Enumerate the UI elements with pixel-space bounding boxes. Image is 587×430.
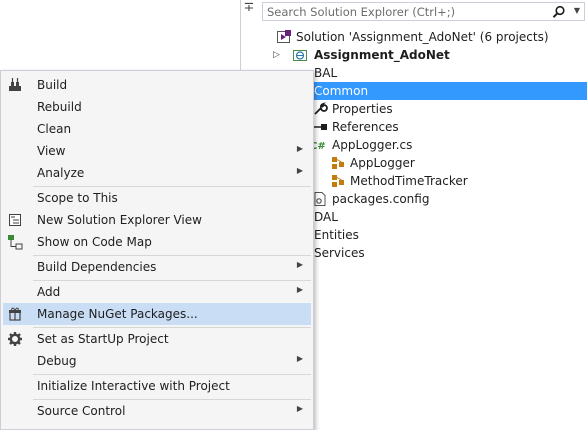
- tree-item-label: AppLogger.cs: [332, 138, 413, 152]
- menu-item-set-as-startup-project[interactable]: Set as StartUp Project: [3, 328, 311, 350]
- submenu-arrow-icon: ▶: [296, 166, 303, 175]
- gear-icon: [8, 332, 22, 346]
- tree-item-label: Common: [314, 84, 369, 98]
- menu-item-initialize-interactive[interactable]: Initialize Interactive with Project: [3, 375, 311, 397]
- search-box[interactable]: ▼: [262, 2, 585, 21]
- menu-item-clean[interactable]: Clean: [3, 118, 311, 140]
- new-view-icon: [9, 214, 21, 226]
- menu-item-build-dependencies[interactable]: Build Dependencies ▶: [3, 256, 311, 278]
- tree-item-label: Entities: [314, 228, 359, 242]
- menu-item-label: New Solution Explorer View: [37, 213, 202, 227]
- tree-item-label: MethodTimeTracker: [350, 174, 468, 188]
- menu-item-label: Scope to This: [37, 191, 118, 205]
- references-icon: [313, 124, 327, 130]
- menu-item-analyze[interactable]: Analyze ▶: [3, 162, 311, 184]
- tree-item-label: Assignment_AdoNet: [314, 48, 450, 62]
- tree-item-label: DAL: [314, 210, 338, 224]
- wrench-icon: [314, 102, 328, 115]
- menu-item-label: Debug: [37, 354, 77, 368]
- menu-item-label: Build Dependencies: [37, 260, 157, 274]
- menu-item-build[interactable]: Build: [3, 74, 311, 96]
- menu-item-scope-to-this[interactable]: Scope to This: [3, 187, 311, 209]
- menu-item-label: Initialize Interactive with Project: [37, 379, 230, 393]
- submenu-arrow-icon: ▶: [296, 404, 303, 413]
- tree-item-label: BAL: [314, 66, 338, 80]
- solution-icon: [277, 30, 291, 43]
- menu-item-manage-nuget-packages[interactable]: Manage NuGet Packages...: [3, 303, 311, 325]
- class-icon: [332, 175, 344, 187]
- menu-item-label: Show on Code Map: [37, 235, 152, 249]
- expand-arrow-icon[interactable]: ▷: [273, 50, 280, 60]
- menu-item-label: Clean: [37, 122, 72, 136]
- submenu-arrow-icon: ▶: [296, 144, 303, 153]
- search-input[interactable]: [267, 4, 557, 19]
- menu-item-label: Rebuild: [37, 100, 82, 114]
- menu-item-label: Manage NuGet Packages...: [37, 307, 198, 321]
- tree-item-label: AppLogger: [350, 156, 415, 170]
- search-icon[interactable]: [552, 5, 566, 19]
- tree-item-label: Properties: [332, 102, 393, 116]
- class-icon: [332, 157, 344, 169]
- menu-item-debug[interactable]: Debug ▶: [3, 350, 311, 372]
- menu-item-show-on-code-map[interactable]: Show on Code Map: [3, 231, 311, 253]
- menu-item-label: Build: [37, 78, 68, 92]
- web-project-icon: [293, 50, 307, 61]
- chevron-down-icon[interactable]: ▼: [574, 6, 580, 15]
- config-file-icon: [314, 192, 326, 206]
- menu-item-label: Analyze: [37, 166, 85, 180]
- tree-item-solution[interactable]: Solution 'Assignment_AdoNet' (6 projects…: [262, 28, 587, 46]
- submenu-arrow-icon: ▶: [296, 285, 303, 294]
- menu-item-label: Add: [37, 285, 61, 299]
- menu-item-label: Source Control: [37, 404, 126, 418]
- submenu-arrow-icon: ▶: [296, 260, 303, 269]
- nuget-icon: [9, 307, 21, 321]
- code-map-icon: [8, 235, 23, 250]
- pin-icon[interactable]: ∓: [240, 0, 258, 15]
- tree-item-label: packages.config: [332, 192, 430, 206]
- menu-item-source-control[interactable]: Source Control ▶: [3, 400, 311, 422]
- menu-item-view[interactable]: View ▶: [3, 140, 311, 162]
- context-menu: Build Rebuild Clean View ▶ Analyze ▶ Sco…: [0, 70, 314, 430]
- submenu-arrow-icon: ▶: [296, 354, 303, 363]
- tree-item-label: Services: [314, 246, 365, 260]
- menu-item-new-solution-explorer-view[interactable]: New Solution Explorer View: [3, 209, 311, 231]
- menu-item-label: View: [37, 144, 66, 158]
- tree-item-label: References: [332, 120, 399, 134]
- tree-item-label: Solution 'Assignment_AdoNet' (6 projects…: [296, 30, 549, 44]
- menu-item-label: Set as StartUp Project: [37, 332, 169, 346]
- menu-item-add[interactable]: Add ▶: [3, 281, 311, 303]
- menu-item-rebuild[interactable]: Rebuild: [3, 96, 311, 118]
- build-icon: [9, 78, 21, 91]
- tree-item-assignment-adonet[interactable]: ▷ Assignment_AdoNet: [262, 46, 587, 64]
